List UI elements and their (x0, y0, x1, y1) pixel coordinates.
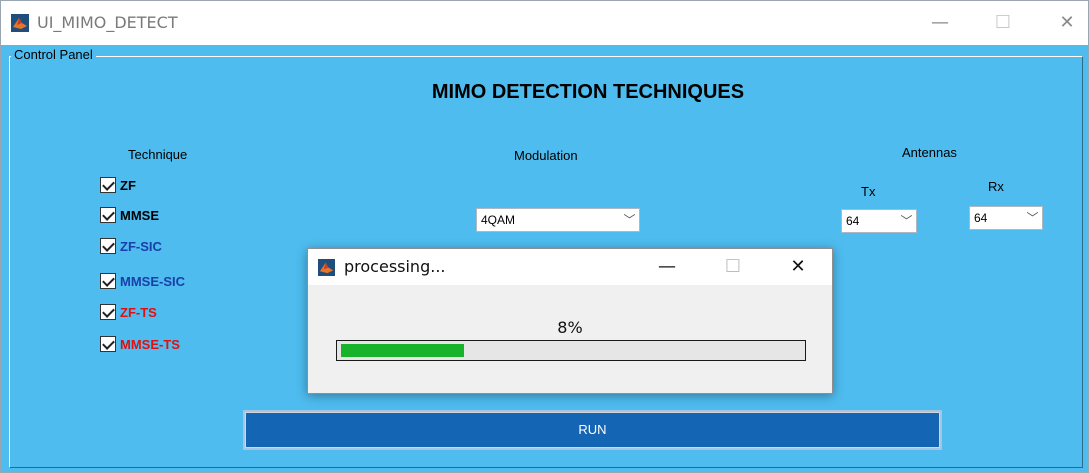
page-title: MIMO DETECTION TECHNIQUES (431, 81, 745, 103)
chevron-down-icon: ﹀ (619, 209, 639, 231)
rx-label: Rx (988, 179, 1004, 194)
matlab-icon (318, 259, 335, 276)
check-icon[interactable] (100, 207, 116, 223)
technique-checkbox-label: MMSE-SIC (120, 273, 185, 289)
technique-label: Technique (128, 147, 188, 162)
modulation-label: Modulation (514, 148, 578, 163)
progress-percent: 8% (557, 318, 583, 337)
title-bar[interactable]: UI_MIMO_DETECT — ☐ ✕ (1, 1, 1088, 45)
dialog-title: processing... (344, 257, 446, 276)
control-panel-label: Control Panel (11, 47, 96, 62)
progress-fill (341, 344, 464, 357)
check-icon[interactable] (100, 273, 116, 289)
close-button[interactable]: ✕ (1052, 9, 1082, 37)
rx-value: 64 (974, 211, 988, 225)
technique-checkbox-label: ZF-TS (120, 304, 157, 320)
processing-dialog: processing... — ☐ ✕ 8% (307, 248, 833, 394)
run-button[interactable]: RUN (243, 410, 942, 450)
app-window: UI_MIMO_DETECT — ☐ ✕ Control Panel MIMO … (0, 0, 1089, 473)
dialog-maximize-button[interactable]: ☐ (718, 253, 748, 281)
technique-checkbox-label: MMSE (120, 207, 159, 223)
chevron-down-icon: ﹀ (1022, 207, 1042, 229)
technique-checkbox-row[interactable]: MMSE (100, 206, 159, 224)
technique-checkbox-label: ZF (120, 177, 136, 193)
dialog-close-button[interactable]: ✕ (783, 253, 813, 281)
tx-select[interactable]: 64 ﹀ (841, 209, 917, 233)
check-icon[interactable] (100, 177, 116, 193)
check-icon[interactable] (100, 304, 116, 320)
minimize-button[interactable]: — (925, 9, 955, 37)
check-icon[interactable] (100, 336, 116, 352)
progress-bar (336, 340, 806, 361)
chevron-down-icon: ﹀ (896, 210, 916, 232)
tx-label: Tx (861, 184, 876, 199)
modulation-select[interactable]: 4QAM ﹀ (476, 208, 640, 232)
dialog-minimize-button[interactable]: — (652, 253, 682, 281)
maximize-button[interactable]: ☐ (988, 9, 1018, 37)
technique-checkbox-row[interactable]: ZF-SIC (100, 237, 162, 255)
technique-checkbox-label: ZF-SIC (120, 238, 162, 254)
technique-checkbox-row[interactable]: MMSE-TS (100, 335, 180, 353)
window-title: UI_MIMO_DETECT (37, 13, 178, 32)
technique-checkbox-label: MMSE-TS (120, 336, 180, 352)
technique-checkbox-row[interactable]: MMSE-SIC (100, 272, 185, 290)
check-icon[interactable] (100, 238, 116, 254)
tx-value: 64 (846, 214, 860, 228)
technique-checkbox-row[interactable]: ZF-TS (100, 303, 157, 321)
rx-select[interactable]: 64 ﹀ (969, 206, 1043, 230)
modulation-value: 4QAM (481, 213, 516, 227)
dialog-title-bar[interactable]: processing... — ☐ ✕ (308, 249, 832, 285)
technique-checkbox-row[interactable]: ZF (100, 176, 136, 194)
antennas-label: Antennas (902, 145, 957, 160)
matlab-icon (11, 14, 29, 32)
